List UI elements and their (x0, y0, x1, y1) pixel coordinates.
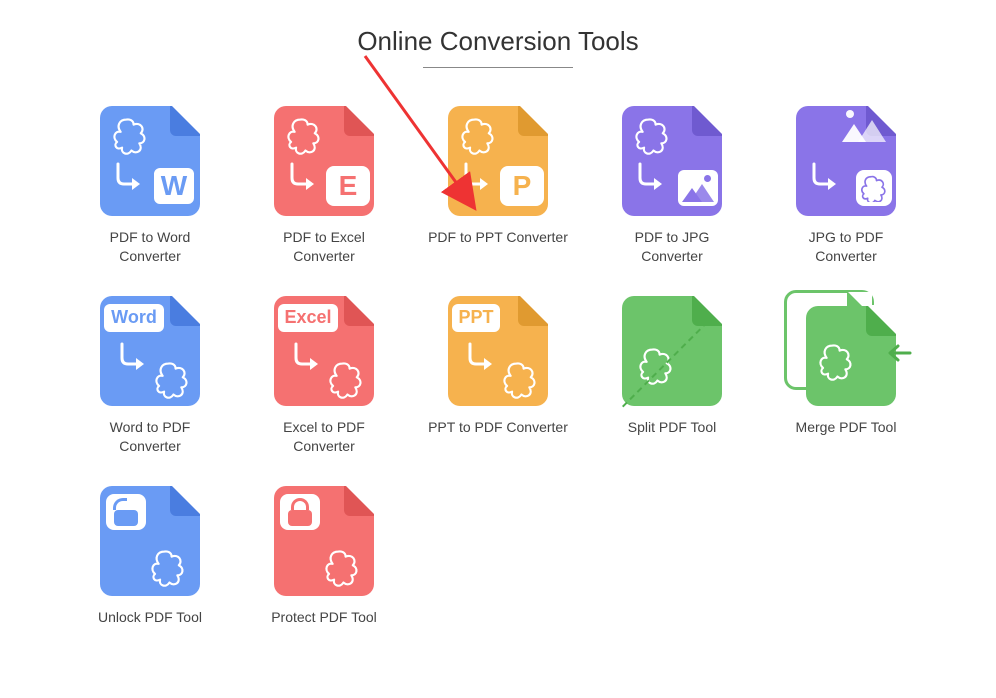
tool-label: PPT to PDF Converter (428, 418, 568, 437)
tool-pdf-to-jpg[interactable]: PDF to JPG Converter (585, 106, 759, 266)
tool-jpg-to-pdf[interactable]: JPG to PDF Converter (759, 106, 933, 266)
tool-word-to-pdf[interactable]: Word Word to PDF Converter (63, 296, 237, 456)
tool-label: PDF to JPG Converter (602, 228, 742, 266)
tool-unlock-pdf[interactable]: Unlock PDF Tool (63, 486, 237, 627)
tool-label: Protect PDF Tool (254, 608, 394, 627)
tool-label: Merge PDF Tool (776, 418, 916, 437)
badge-letter: P (513, 170, 532, 202)
picture-icon (842, 118, 886, 142)
pdf-to-word-icon: W (100, 106, 200, 216)
jpg-to-pdf-icon (796, 106, 896, 216)
tools-grid: W PDF to Word Converter E PDF to Excel C… (0, 106, 996, 626)
tool-pdf-to-word[interactable]: W PDF to Word Converter (63, 106, 237, 266)
badge-word: PPT (458, 307, 493, 328)
tool-merge-pdf[interactable]: Merge PDF Tool (759, 296, 933, 456)
merge-pdf-icon (800, 296, 900, 406)
pdf-to-jpg-icon (622, 106, 722, 216)
tool-label: Split PDF Tool (602, 418, 742, 437)
tool-pdf-to-excel[interactable]: E PDF to Excel Converter (237, 106, 411, 266)
tool-pdf-to-ppt[interactable]: P PDF to PPT Converter (411, 106, 585, 266)
tool-excel-to-pdf[interactable]: Excel Excel to PDF Converter (237, 296, 411, 456)
badge-word: Word (111, 307, 157, 328)
tool-label: JPG to PDF Converter (776, 228, 916, 266)
tool-label: PDF to Excel Converter (254, 228, 394, 266)
page-title: Online Conversion Tools (0, 26, 996, 57)
unlock-pdf-icon (100, 486, 200, 596)
badge-letter: W (161, 170, 187, 202)
tool-split-pdf[interactable]: Split PDF Tool (585, 296, 759, 456)
title-underline (423, 67, 573, 68)
tool-protect-pdf[interactable]: Protect PDF Tool (237, 486, 411, 627)
badge-word: Excel (284, 307, 331, 328)
tool-label: PDF to PPT Converter (428, 228, 568, 247)
pdf-to-excel-icon: E (274, 106, 374, 216)
pdf-to-ppt-icon: P (448, 106, 548, 216)
ppt-to-pdf-icon: PPT (448, 296, 548, 406)
tool-ppt-to-pdf[interactable]: PPT PPT to PDF Converter (411, 296, 585, 456)
split-pdf-icon (622, 296, 722, 406)
tool-label: PDF to Word Converter (80, 228, 220, 266)
word-to-pdf-icon: Word (100, 296, 200, 406)
excel-to-pdf-icon: Excel (274, 296, 374, 406)
merge-arrow-icon (886, 340, 912, 366)
tool-label: Word to PDF Converter (80, 418, 220, 456)
tool-label: Excel to PDF Converter (254, 418, 394, 456)
tool-label: Unlock PDF Tool (80, 608, 220, 627)
badge-letter: E (339, 170, 358, 202)
protect-pdf-icon (274, 486, 374, 596)
